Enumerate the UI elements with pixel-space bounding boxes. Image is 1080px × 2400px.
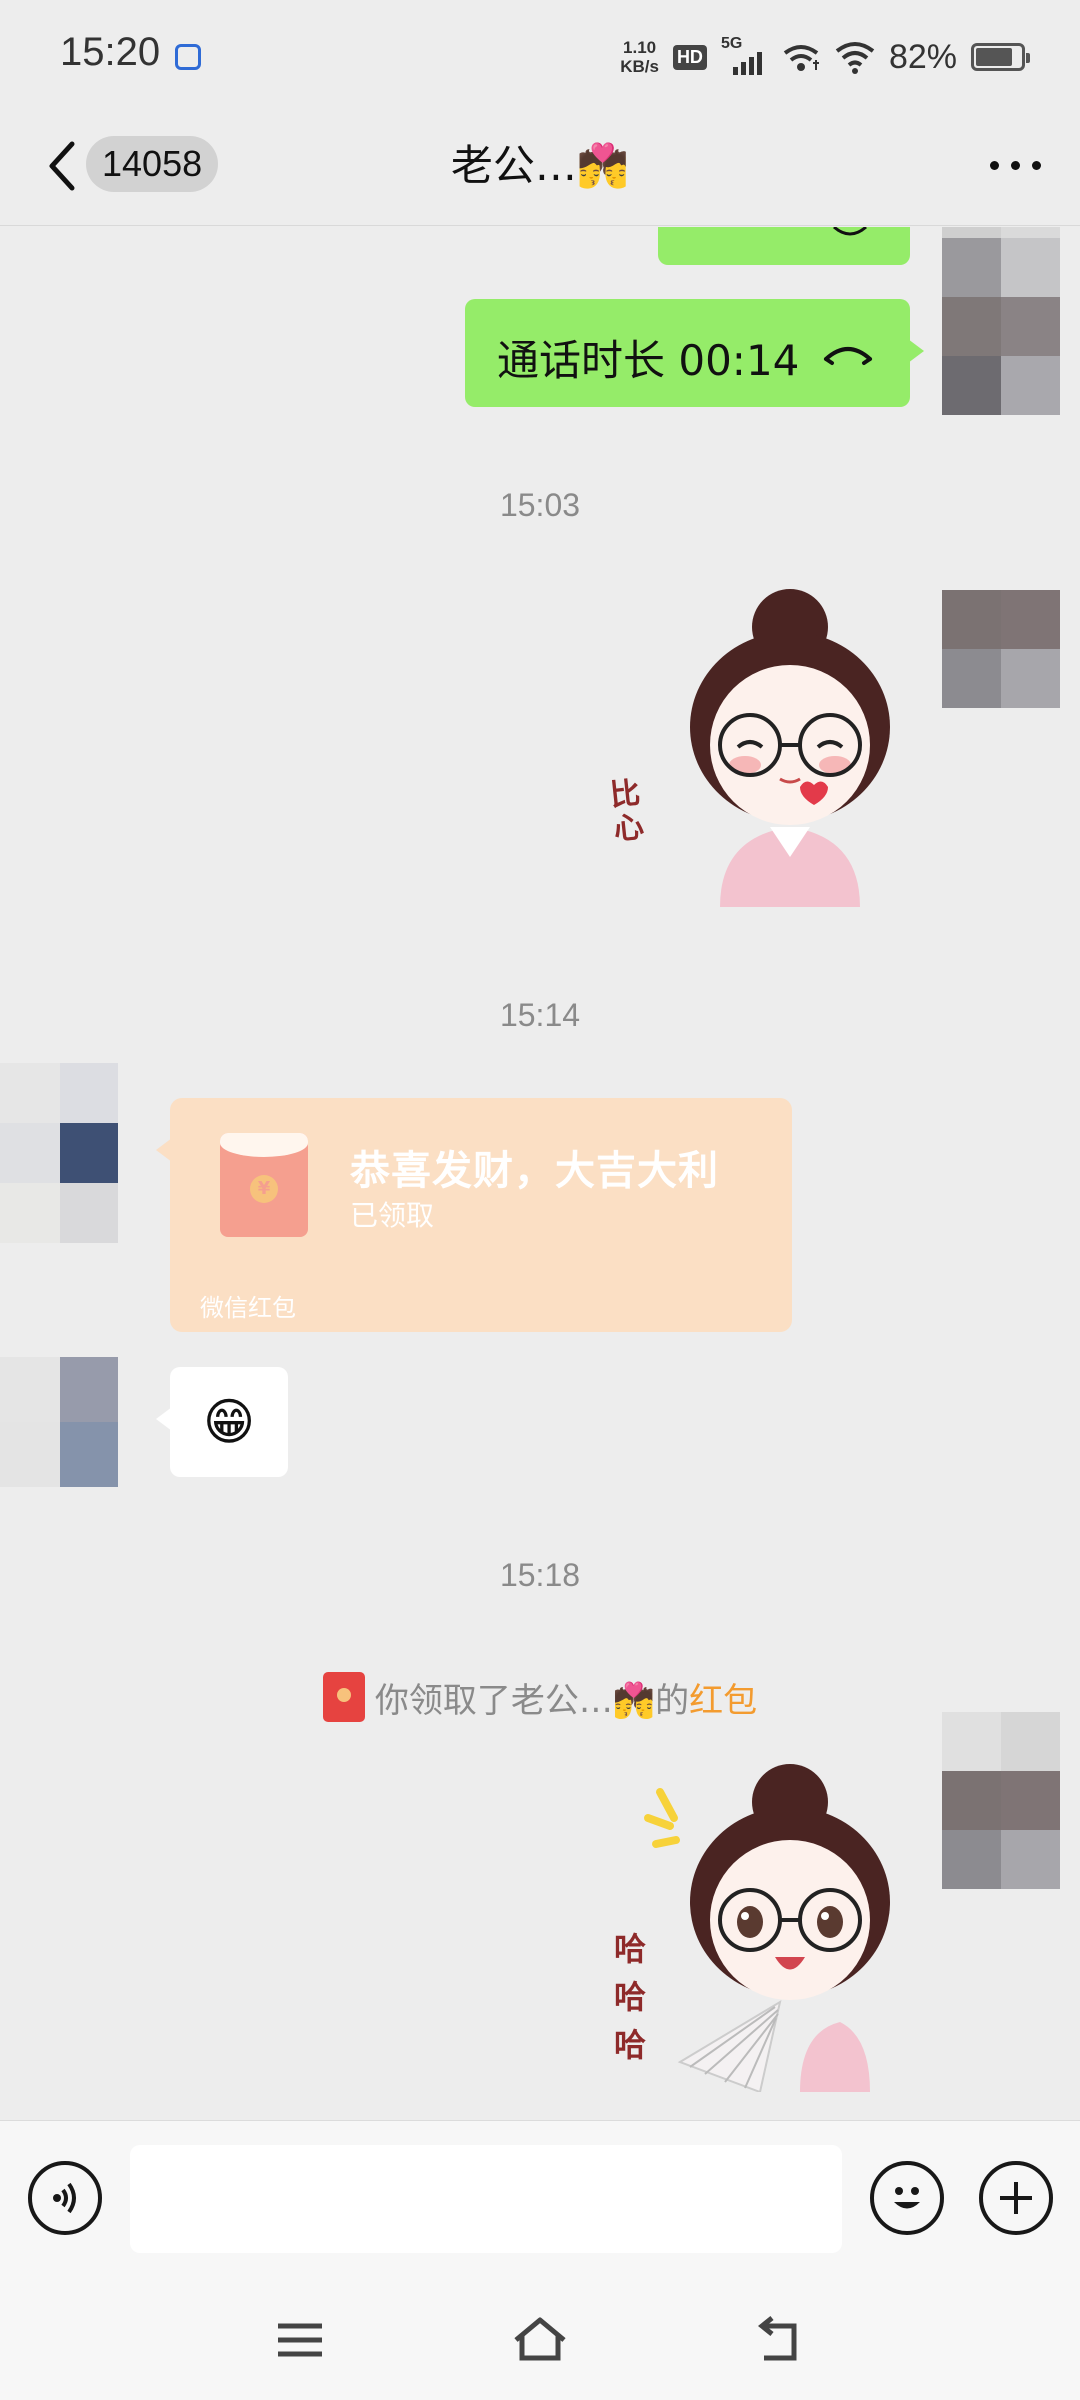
timestamp: 15:14 [499, 997, 581, 1033]
sticker-caption-laugh: 哈 哈 哈 [614, 1930, 647, 2064]
wifi-data-icon [783, 45, 819, 71]
plus-icon[interactable] [979, 2161, 1053, 2235]
sent-message-partial[interactable] [658, 227, 910, 265]
my-avatar[interactable] [942, 227, 1060, 415]
red-packet-brand: 微信红包 [200, 1294, 296, 1322]
battery-icon [971, 43, 1030, 71]
timestamp: 15:18 [499, 1557, 581, 1593]
call-duration-bubble[interactable]: 通话时长 00:14 [465, 299, 924, 407]
red-packet-link[interactable]: 红包 [689, 1673, 757, 1722]
sticker-girl-heart[interactable] [600, 587, 900, 907]
menu-icon[interactable] [270, 2310, 330, 2370]
my-avatar[interactable] [942, 590, 1060, 708]
emoji-message-bubble[interactable]: 😁 [156, 1367, 288, 1477]
chat-header: 14058 老公…💏 [0, 110, 1080, 226]
chat-message-list[interactable]: 通话时长 00:14 15:03 比心 15:14 ¥ 恭喜发财，大吉大利 已领… [0, 227, 1080, 2120]
wifi-icon [835, 42, 875, 74]
red-packet-status: 已领取 [350, 1199, 435, 1232]
call-duration-text: 通话时长 00:14 [497, 336, 800, 385]
red-packet-received-notice: 你领取了老公…💏的 红包 [0, 1672, 1080, 1722]
contact-avatar[interactable] [0, 1357, 118, 1487]
status-time: 15:20 [60, 30, 161, 74]
status-indicators: 1.10 KB/s HD 5G 82% [620, 32, 1030, 82]
chat-title: 老公…💏 [450, 141, 630, 190]
notice-text: 你领取了老公…💏的 [374, 1680, 690, 1721]
my-avatar[interactable] [942, 1712, 1060, 1889]
hd-voice-icon: HD [672, 44, 707, 70]
red-packet-title: 恭喜发财，大吉大利 [350, 1148, 719, 1194]
back-arrow-icon[interactable] [750, 2310, 810, 2370]
cellular-signal-icon: 5G [721, 35, 767, 75]
red-packet-message[interactable]: ¥ 恭喜发财，大吉大利 已领取 微信红包 [156, 1098, 792, 1332]
network-speed: 1.10 KB/s [620, 38, 659, 76]
timestamp: 15:03 [499, 487, 581, 523]
message-input-bar [0, 2120, 1080, 2280]
home-icon[interactable] [510, 2310, 570, 2370]
phone-icon-partial [833, 227, 867, 236]
red-packet-mini-icon [322, 1672, 365, 1722]
voice-icon[interactable] [28, 2161, 102, 2235]
sticker-caption-heart: 比心 [608, 775, 646, 848]
hangup-phone-icon [824, 347, 872, 365]
emoji-icon[interactable] [870, 2161, 944, 2235]
system-navigation-bar [0, 2280, 1080, 2400]
notification-app-icon [175, 44, 201, 70]
status-bar: 15:20 1.10 KB/s HD 5G 82% [0, 0, 1080, 110]
battery-percent: 82% [888, 37, 957, 76]
contact-avatar[interactable] [0, 1063, 118, 1243]
red-envelope-icon: ¥ [220, 1133, 308, 1237]
more-icon[interactable] [980, 150, 1050, 180]
grin-emoji: 😁 [202, 1393, 256, 1451]
message-input[interactable] [130, 2145, 842, 2253]
